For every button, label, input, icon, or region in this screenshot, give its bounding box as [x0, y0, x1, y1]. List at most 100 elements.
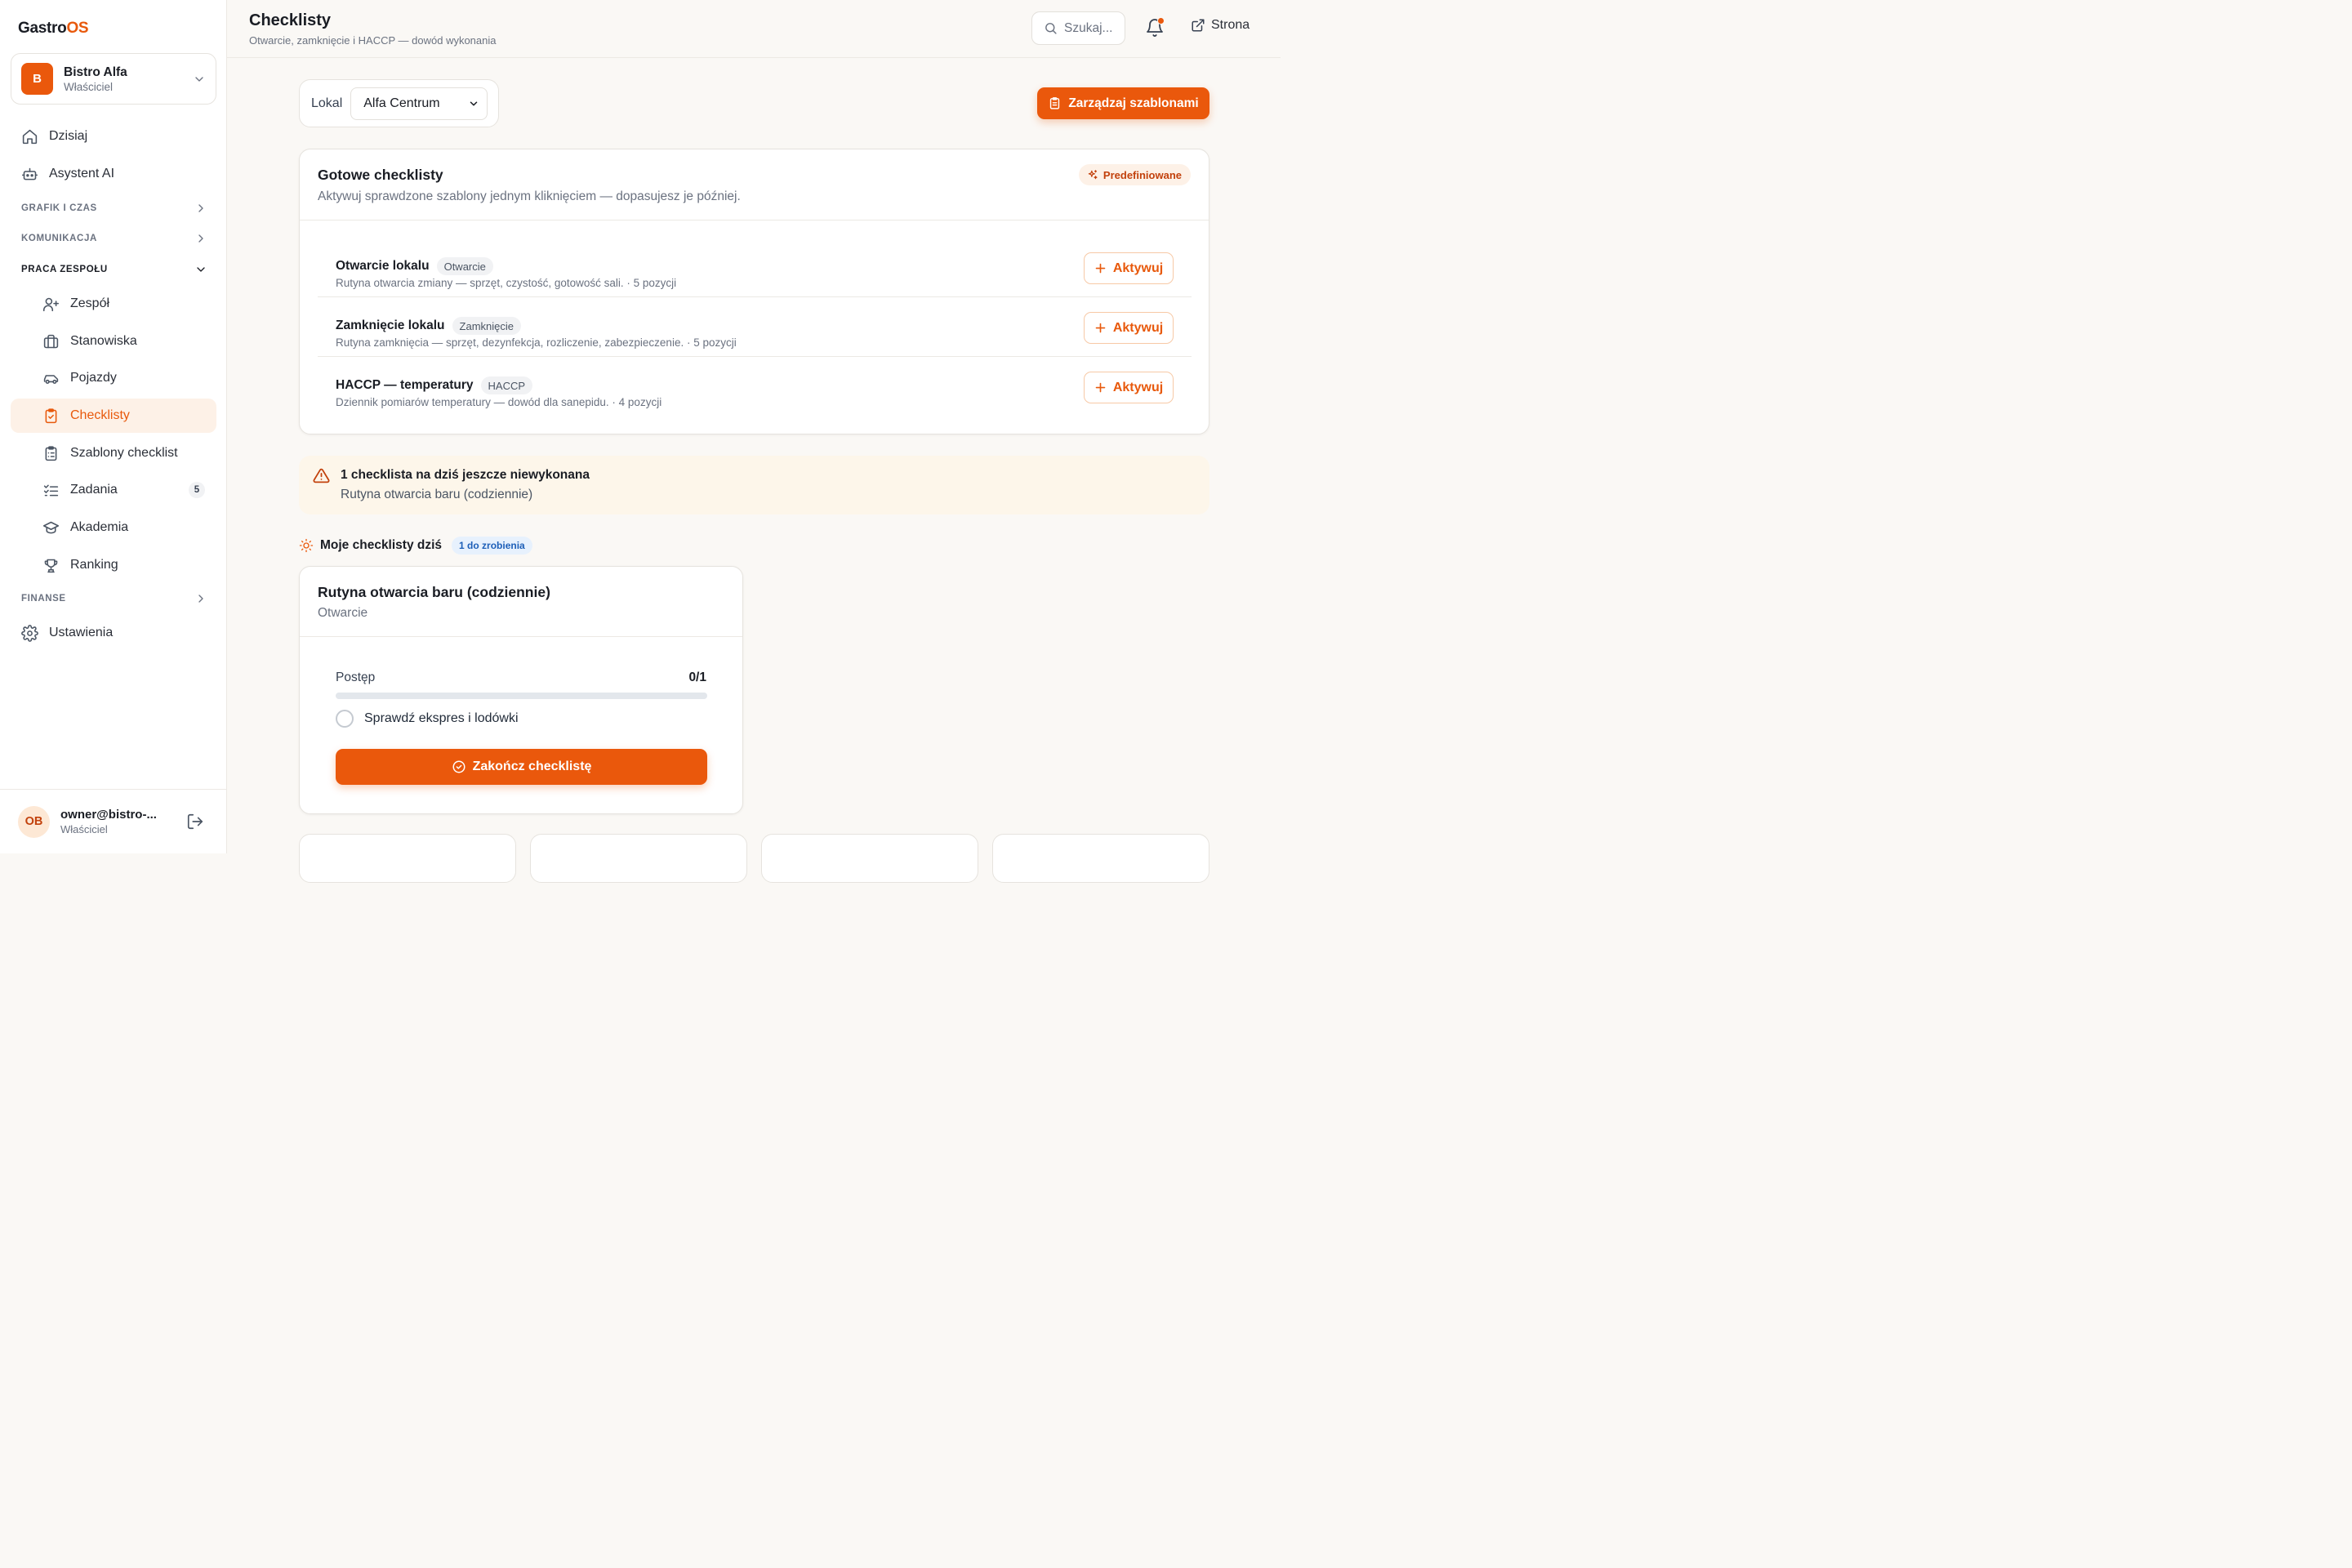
org-name: Bistro Alfa [64, 65, 127, 79]
summary-card [761, 834, 978, 883]
my-checklists-title: Moje checklisty dziś [320, 538, 443, 552]
alert-detail: Rutyna otwarcia baru (codziennie) [341, 488, 533, 501]
nav-item-positions[interactable]: Stanowiska [11, 324, 216, 359]
nav-item-vehicles[interactable]: Pojazdy [11, 361, 216, 395]
location-filter: Lokal Alfa Centrum [299, 79, 499, 127]
nav-section-finance[interactable]: FINANSE [21, 590, 207, 607]
checklist-title: Rutyna otwarcia baru (codziennie) [318, 584, 550, 600]
nav-label-tasks: Zadania [70, 483, 118, 497]
nav-item-checklists[interactable]: Checklisty [11, 399, 216, 433]
clipboard-list-icon [45, 445, 57, 461]
user-email: owner@bistro-... [60, 808, 157, 822]
nav-section-team[interactable]: PRACA ZESPOŁU [21, 261, 207, 278]
briefcase-icon [43, 334, 59, 348]
sparkles-icon [1088, 170, 1098, 180]
location-selected: Alfa Centrum [363, 96, 440, 110]
logo-text-prefix: Gastro [18, 20, 67, 37]
finish-checklist-button[interactable]: Zakończ checklistę [336, 749, 707, 785]
org-role: Właściciel [64, 80, 114, 93]
nav-section-schedule[interactable]: GRAFIK I CZAS [21, 200, 207, 216]
app-logo[interactable]: GastroOS [18, 20, 89, 38]
external-link-icon [1192, 19, 1205, 32]
progress-count: 0/1 [688, 670, 706, 684]
predefined-badge: Predefiniowane [1078, 164, 1191, 185]
plus-icon [1095, 323, 1106, 333]
search-input[interactable]: Szukaj... [1031, 11, 1125, 45]
logout-icon[interactable] [186, 813, 204, 831]
bot-icon [21, 167, 38, 180]
activate-button[interactable]: Aktywuj [1084, 372, 1174, 403]
trophy-icon [44, 559, 58, 572]
predefined-badge-label: Predefiniowane [1102, 168, 1182, 181]
chevron-right-icon [198, 204, 203, 212]
location-select[interactable]: Alfa Centrum [350, 87, 488, 120]
nav-item-team[interactable]: Zespół [11, 287, 216, 321]
sun-icon [299, 538, 314, 553]
activate-button[interactable]: Aktywuj [1084, 252, 1174, 284]
checklist-card-header: Rutyna otwarcia baru (codziennie) Otwarc… [300, 567, 742, 637]
nav-section-label: KOMUNIKACJA [21, 234, 97, 243]
main-content: Checklisty Otwarcie, zamknięcie i HACCP … [227, 0, 1281, 883]
chevron-down-icon [195, 76, 203, 82]
preset-row-closing: Zamknięcie lokalu Zamknięcie Rutyna zamkn… [318, 297, 1192, 357]
nav-item-academy[interactable]: Akademia [11, 510, 216, 545]
nav-item-ranking[interactable]: Ranking [11, 548, 216, 582]
site-link[interactable]: Strona [1191, 18, 1250, 33]
nav-label-ranking: Ranking [70, 558, 118, 572]
search-icon [1045, 23, 1057, 34]
graduation-cap-icon [42, 521, 60, 533]
avatar[interactable]: OB [18, 805, 50, 838]
user-panel: OB owner@bistro-... Właściciel [0, 789, 227, 853]
nav-label-positions: Stanowiska [70, 334, 137, 348]
logo-text-suffix: OS [66, 20, 89, 37]
list-checks-icon [43, 484, 59, 496]
checkbox-circle[interactable] [336, 710, 354, 728]
chevron-right-icon [198, 595, 203, 603]
nav-item-tasks[interactable]: Zadania 5 [11, 473, 216, 507]
preset-tag: Otwarcie [436, 257, 493, 275]
my-checklists-header: Moje checklisty dziś 1 do zrobienia [299, 537, 532, 555]
manage-templates-button[interactable]: Zarządzaj szablonami [1037, 87, 1209, 119]
preset-tag: HACCP [480, 376, 533, 394]
checklist-item[interactable]: Sprawdź ekspres i lodówki [336, 710, 519, 728]
nav-item-templates[interactable]: Szablony checklist [11, 436, 216, 470]
top-bar: Checklisty Otwarcie, zamknięcie i HACCP … [227, 0, 1281, 58]
org-avatar: B [21, 63, 53, 95]
nav-section-label: PRACA ZESPOŁU [21, 265, 108, 274]
alert-title: 1 checklista na dziś jeszcze niewykonana [341, 468, 590, 482]
preset-name: Otwarcie lokalu [336, 259, 430, 273]
progress-label: Postęp [336, 670, 376, 684]
nav-item-today[interactable]: Dzisiaj [11, 119, 216, 154]
page-title: Checklisty [249, 11, 332, 29]
nav-item-assistant[interactable]: Asystent AI [11, 157, 216, 191]
nav-label-checklists: Checklisty [70, 408, 130, 422]
preset-description: Rutyna zamknięcia — sprzęt, dezynfekcja,… [336, 336, 737, 349]
nav-label-today: Dzisiaj [49, 129, 88, 143]
check-circle-icon [452, 760, 466, 773]
nav-item-settings[interactable]: Ustawienia [11, 616, 216, 650]
preset-row-opening: Otwarcie lokalu Otwarcie Rutyna otwarcia … [318, 238, 1192, 297]
org-switcher[interactable]: B Bistro Alfa Właściciel [11, 53, 216, 105]
preset-description: Rutyna otwarcia zmiany — sprzęt, czystoś… [336, 277, 677, 289]
user-role: Właściciel [60, 823, 108, 835]
preset-tag: Zamknięcie [452, 317, 521, 335]
preset-checklists-card: Gotowe checklisty Aktywuj sprawdzone sza… [299, 149, 1209, 434]
notification-dot [1157, 17, 1165, 24]
nav-section-comms[interactable]: KOMUNIKACJA [21, 230, 207, 247]
nav-label-vehicles: Pojazdy [70, 371, 117, 385]
activate-button[interactable]: Aktywuj [1084, 312, 1174, 344]
chevron-down-icon [470, 100, 478, 106]
preset-card-subtitle: Aktywuj sprawdzone szablony jednym klikn… [318, 189, 741, 203]
pending-checklist-alert: 1 checklista na dziś jeszcze niewykonana… [299, 456, 1209, 514]
warning-icon [313, 468, 330, 483]
finish-checklist-label: Zakończ checklistę [472, 760, 592, 773]
tasks-count-badge: 5 [189, 482, 205, 498]
clipboard-list-icon [1050, 97, 1060, 109]
clipboard-check-icon [45, 408, 57, 423]
manage-templates-label: Zarządzaj szablonami [1068, 96, 1199, 110]
preset-card-title: Gotowe checklisty [318, 167, 443, 183]
nav-section-label: FINANSE [21, 594, 66, 604]
search-placeholder: Szukaj... [1064, 20, 1113, 35]
preset-card-header: Gotowe checklisty Aktywuj sprawdzone sza… [300, 149, 1209, 220]
plus-icon [1095, 263, 1106, 274]
